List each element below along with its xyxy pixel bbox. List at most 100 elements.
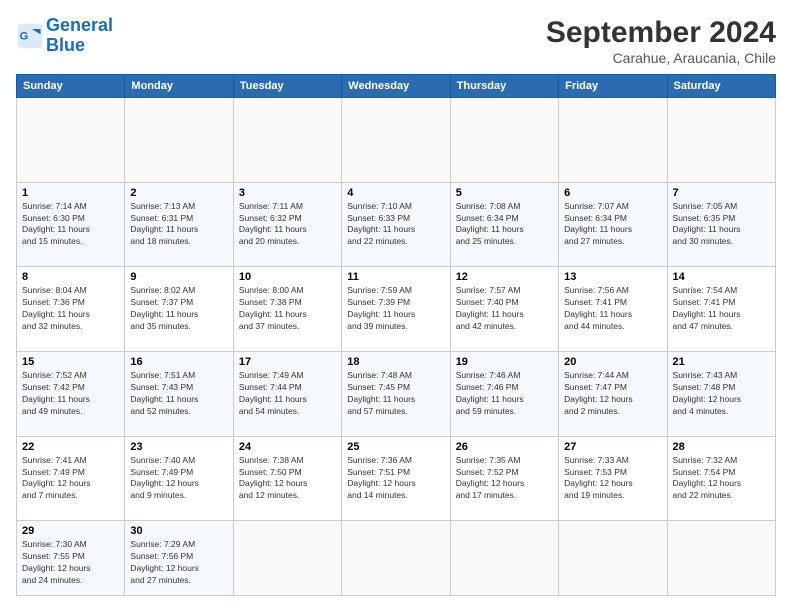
day-info: Sunrise: 7:43 AM Sunset: 7:48 PM Dayligh…	[673, 370, 770, 418]
table-row	[17, 98, 125, 183]
day-number: 12	[456, 271, 553, 283]
day-info: Sunrise: 7:10 AM Sunset: 6:33 PM Dayligh…	[347, 201, 444, 249]
day-number: 2	[130, 187, 227, 199]
day-info: Sunrise: 7:30 AM Sunset: 7:55 PM Dayligh…	[22, 539, 119, 587]
day-number: 16	[130, 356, 227, 368]
day-number: 30	[130, 525, 227, 537]
day-number: 14	[673, 271, 770, 283]
table-row: 16 Sunrise: 7:51 AM Sunset: 7:43 PM Dayli…	[125, 351, 233, 436]
day-number: 19	[456, 356, 553, 368]
day-number: 28	[673, 441, 770, 453]
table-row: 18 Sunrise: 7:48 AM Sunset: 7:45 PM Dayli…	[342, 351, 450, 436]
table-row	[342, 521, 450, 596]
day-info: Sunrise: 7:32 AM Sunset: 7:54 PM Dayligh…	[673, 455, 770, 503]
table-row: 9Sunrise: 8:02 AM Sunset: 7:37 PM Daylig…	[125, 267, 233, 352]
day-info: Sunrise: 7:08 AM Sunset: 6:34 PM Dayligh…	[456, 201, 553, 249]
day-number: 6	[564, 187, 661, 199]
table-row: 21 Sunrise: 7:43 AM Sunset: 7:48 PM Dayli…	[667, 351, 775, 436]
day-info: Sunrise: 7:57 AM Sunset: 7:40 PM Dayligh…	[456, 285, 553, 333]
table-row	[233, 521, 341, 596]
logo: G General Blue	[16, 16, 113, 56]
logo-icon: G	[16, 22, 44, 50]
table-row: 25Sunrise: 7:36 AM Sunset: 7:51 PM Dayli…	[342, 436, 450, 521]
day-info: Sunrise: 8:02 AM Sunset: 7:37 PM Dayligh…	[130, 285, 227, 333]
table-row: 20 Sunrise: 7:44 AM Sunset: 7:47 PM Dayli…	[559, 351, 667, 436]
table-row	[233, 98, 341, 183]
day-info: Sunrise: 8:00 AM Sunset: 7:38 PM Dayligh…	[239, 285, 336, 333]
day-number: 24	[239, 441, 336, 453]
col-sunday: Sunday	[17, 75, 125, 98]
table-row: 11 Sunrise: 7:59 AM Sunset: 7:39 PM Dayli…	[342, 267, 450, 352]
calendar-header-row: Sunday Monday Tuesday Wednesday Thursday…	[17, 75, 776, 98]
day-number: 11	[347, 271, 444, 283]
day-info: Sunrise: 7:54 AM Sunset: 7:41 PM Dayligh…	[673, 285, 770, 333]
calendar-table: Sunday Monday Tuesday Wednesday Thursday…	[16, 74, 776, 596]
header: G General Blue September 2024 Carahue, A…	[16, 16, 776, 66]
table-row: 26Sunrise: 7:35 AM Sunset: 7:52 PM Dayli…	[450, 436, 558, 521]
table-row: 14 Sunrise: 7:54 AM Sunset: 7:41 PM Dayli…	[667, 267, 775, 352]
table-row: 27Sunrise: 7:33 AM Sunset: 7:53 PM Dayli…	[559, 436, 667, 521]
day-info: Sunrise: 7:56 AM Sunset: 7:41 PM Dayligh…	[564, 285, 661, 333]
location-subtitle: Carahue, Araucania, Chile	[546, 50, 776, 66]
table-row	[450, 521, 558, 596]
table-row: 28 Sunrise: 7:32 AM Sunset: 7:54 PM Dayli…	[667, 436, 775, 521]
day-info: Sunrise: 7:44 AM Sunset: 7:47 PM Dayligh…	[564, 370, 661, 418]
day-info: Sunrise: 7:48 AM Sunset: 7:45 PM Dayligh…	[347, 370, 444, 418]
table-row: 30 Sunrise: 7:29 AM Sunset: 7:56 PM Dayli…	[125, 521, 233, 596]
day-info: Sunrise: 7:52 AM Sunset: 7:42 PM Dayligh…	[22, 370, 119, 418]
table-row	[342, 98, 450, 183]
month-title: September 2024	[546, 16, 776, 50]
day-number: 21	[673, 356, 770, 368]
table-row	[125, 98, 233, 183]
table-row: 17 Sunrise: 7:49 AM Sunset: 7:44 PM Dayli…	[233, 351, 341, 436]
day-number: 17	[239, 356, 336, 368]
table-row: 10Sunrise: 8:00 AM Sunset: 7:38 PM Dayli…	[233, 267, 341, 352]
svg-text:G: G	[20, 30, 29, 42]
table-row: 1 Sunrise: 7:14 AM Sunset: 6:30 PM Daylig…	[17, 182, 125, 267]
table-row: 22Sunrise: 7:41 AM Sunset: 7:49 PM Dayli…	[17, 436, 125, 521]
day-info: Sunrise: 7:59 AM Sunset: 7:39 PM Dayligh…	[347, 285, 444, 333]
table-row: 2Sunrise: 7:13 AM Sunset: 6:31 PM Daylig…	[125, 182, 233, 267]
day-number: 20	[564, 356, 661, 368]
day-number: 18	[347, 356, 444, 368]
table-row	[450, 98, 558, 183]
table-row: 4Sunrise: 7:10 AM Sunset: 6:33 PM Daylig…	[342, 182, 450, 267]
day-info: Sunrise: 7:33 AM Sunset: 7:53 PM Dayligh…	[564, 455, 661, 503]
col-monday: Monday	[125, 75, 233, 98]
day-info: Sunrise: 7:05 AM Sunset: 6:35 PM Dayligh…	[673, 201, 770, 249]
day-number: 3	[239, 187, 336, 199]
table-row: 12 Sunrise: 7:57 AM Sunset: 7:40 PM Dayli…	[450, 267, 558, 352]
day-number: 23	[130, 441, 227, 453]
day-info: Sunrise: 7:49 AM Sunset: 7:44 PM Dayligh…	[239, 370, 336, 418]
col-saturday: Saturday	[667, 75, 775, 98]
col-thursday: Thursday	[450, 75, 558, 98]
day-info: Sunrise: 7:07 AM Sunset: 6:34 PM Dayligh…	[564, 201, 661, 249]
day-number: 8	[22, 271, 119, 283]
day-info: Sunrise: 7:51 AM Sunset: 7:43 PM Dayligh…	[130, 370, 227, 418]
table-row	[667, 98, 775, 183]
day-info: Sunrise: 7:11 AM Sunset: 6:32 PM Dayligh…	[239, 201, 336, 249]
day-info: Sunrise: 7:14 AM Sunset: 6:30 PM Dayligh…	[22, 201, 119, 249]
day-number: 26	[456, 441, 553, 453]
day-number: 7	[673, 187, 770, 199]
table-row: 15 Sunrise: 7:52 AM Sunset: 7:42 PM Dayli…	[17, 351, 125, 436]
table-row	[559, 521, 667, 596]
page: G General Blue September 2024 Carahue, A…	[0, 0, 792, 612]
table-row	[559, 98, 667, 183]
title-block: September 2024 Carahue, Araucania, Chile	[546, 16, 776, 66]
table-row: 23 Sunrise: 7:40 AM Sunset: 7:49 PM Dayli…	[125, 436, 233, 521]
day-info: Sunrise: 7:41 AM Sunset: 7:49 PM Dayligh…	[22, 455, 119, 503]
day-number: 15	[22, 356, 119, 368]
day-info: Sunrise: 8:04 AM Sunset: 7:36 PM Dayligh…	[22, 285, 119, 333]
table-row: 6 Sunrise: 7:07 AM Sunset: 6:34 PM Daylig…	[559, 182, 667, 267]
day-info: Sunrise: 7:36 AM Sunset: 7:51 PM Dayligh…	[347, 455, 444, 503]
day-number: 1	[22, 187, 119, 199]
day-info: Sunrise: 7:40 AM Sunset: 7:49 PM Dayligh…	[130, 455, 227, 503]
day-number: 29	[22, 525, 119, 537]
table-row: 13Sunrise: 7:56 AM Sunset: 7:41 PM Dayli…	[559, 267, 667, 352]
table-row: 8 Sunrise: 8:04 AM Sunset: 7:36 PM Daylig…	[17, 267, 125, 352]
table-row: 3 Sunrise: 7:11 AM Sunset: 6:32 PM Daylig…	[233, 182, 341, 267]
col-wednesday: Wednesday	[342, 75, 450, 98]
day-info: Sunrise: 7:46 AM Sunset: 7:46 PM Dayligh…	[456, 370, 553, 418]
day-info: Sunrise: 7:29 AM Sunset: 7:56 PM Dayligh…	[130, 539, 227, 587]
